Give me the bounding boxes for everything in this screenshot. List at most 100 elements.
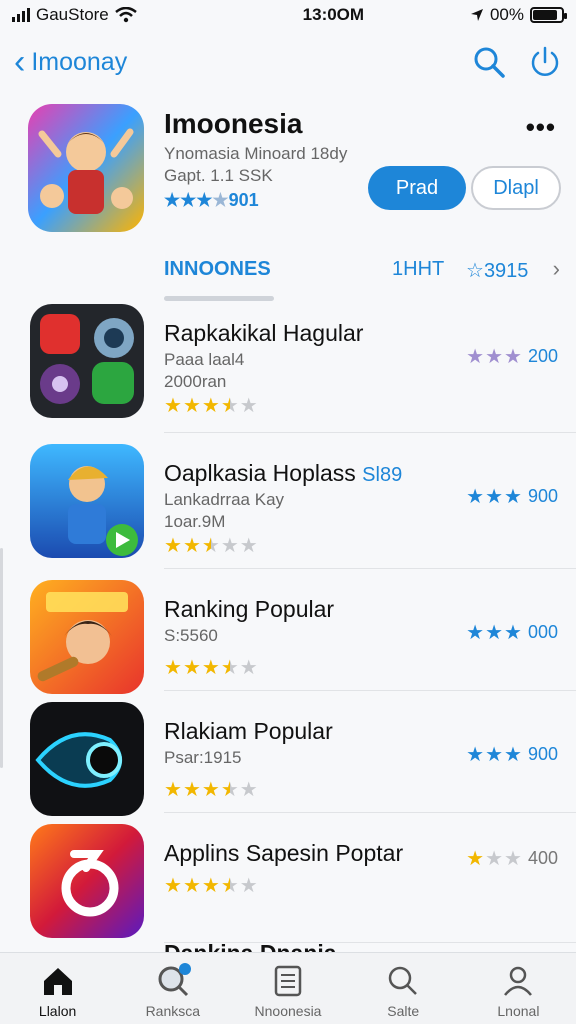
- app-star-rating: ★ ★ ★ ★ ★: [164, 876, 258, 896]
- section-right[interactable]: ☆3915: [466, 258, 528, 283]
- star-icon: ★: [182, 657, 201, 679]
- tab-label: Nnoonesia: [254, 1003, 322, 1019]
- star-half-icon: ★: [220, 657, 239, 679]
- secondary-button[interactable]: Dlapl: [471, 166, 561, 210]
- list-item[interactable]: Ranking Popular S:5560 ★ ★ ★ ★ ★ ★ ★ ★ 000: [0, 580, 576, 710]
- star-icon: ★: [239, 657, 258, 679]
- search-icon[interactable]: [472, 45, 506, 79]
- star-icon: ★: [164, 875, 182, 897]
- star-icon: ★: [466, 346, 485, 368]
- app-icon[interactable]: [30, 702, 144, 816]
- star-half-icon: ★: [220, 875, 239, 897]
- scrollbar[interactable]: [0, 548, 3, 768]
- tab-label: Salte: [387, 1003, 420, 1019]
- more-options-icon[interactable]: •••: [526, 112, 556, 143]
- tab-bar: Llalon Ranksca Nnoonesia Salte Lnonal: [0, 952, 576, 1024]
- divider: [164, 432, 576, 433]
- location-icon: [470, 9, 483, 21]
- tab-ranking[interactable]: Ranksca: [115, 953, 230, 1024]
- star-icon: ★: [485, 744, 504, 766]
- app-icon[interactable]: [30, 444, 144, 558]
- search-icon: [388, 966, 418, 995]
- chevron-left-icon: ‹: [14, 43, 26, 81]
- signal-icon: [12, 8, 30, 22]
- divider: [164, 568, 576, 569]
- status-right: 00%: [470, 5, 567, 25]
- featured-rating-text: 901: [228, 190, 259, 210]
- star-icon: ★: [201, 395, 220, 417]
- app-meta-2: 2000ran: [164, 372, 227, 391]
- status-left: GauStore: [12, 5, 137, 25]
- star-icon: ★: [201, 875, 220, 897]
- tab-label: Llalon: [38, 1003, 77, 1019]
- back-button[interactable]: ‹ Imoonay: [14, 45, 127, 79]
- app-name: Oaplkasia Hoplass Sl89: [164, 460, 403, 486]
- wifi-icon: [114, 7, 137, 23]
- power-icon[interactable]: [528, 45, 562, 79]
- star-icon: ★: [239, 875, 258, 897]
- section-mid[interactable]: 1HHT: [392, 258, 444, 281]
- tab-label: Lnonal: [497, 1003, 540, 1019]
- clock: 13:0OM: [302, 5, 365, 24]
- list-item[interactable]: Applins Sapesin Poptar ★ ★ ★ ★ ★ ★ ★ ★ 400: [0, 824, 576, 954]
- star-icon: ★: [466, 848, 485, 870]
- app-meta-2: 1oar.9M: [164, 512, 226, 531]
- featured-app-icon[interactable]: [28, 104, 144, 232]
- star-icon: ★: [504, 486, 522, 508]
- app-star-rating: ★ ★ ★ ★ ★: [164, 780, 258, 800]
- carrier-label: GauStore: [36, 5, 109, 24]
- home-icon: [43, 968, 72, 995]
- star-icon: ★: [212, 190, 229, 210]
- section-underline: [164, 296, 274, 301]
- tab-label: Ranksca: [145, 1003, 201, 1019]
- list-item[interactable]: Rapkakikal Hagular Paaa laal4 2000ran ★ ★…: [0, 304, 576, 434]
- chevron-right-icon[interactable]: ›: [553, 256, 560, 282]
- star-icon: ★: [182, 535, 201, 557]
- divider: [164, 690, 576, 691]
- rank-rating: ★ ★ ★ 900: [466, 484, 558, 509]
- app-name: Applins Sapesin Poptar: [164, 840, 404, 866]
- app-star-rating: ★ ★ ★ ★ ★: [164, 536, 258, 556]
- list-icon: [274, 965, 302, 997]
- featured-subtitle: Ynomasia Minoard 18dy: [164, 144, 348, 163]
- rank-rating: ★ ★ ★ 900: [466, 742, 558, 767]
- rank-rating: ★ ★ ★ 400: [466, 846, 558, 871]
- star-icon: ★: [182, 395, 201, 417]
- list-item[interactable]: Oaplkasia Hoplass Sl89 Lankadrraa Kay 1o…: [0, 444, 576, 574]
- star-icon: ★: [164, 779, 182, 801]
- tab-home[interactable]: Llalon: [0, 953, 115, 1024]
- featured-app: Imoonesia ••• Ynomasia Minoard 18dy Gapt…: [28, 104, 568, 234]
- star-icon: ★: [239, 535, 258, 557]
- star-icon: ★: [504, 848, 522, 870]
- app-name: Rapkakikal Hagular: [164, 320, 364, 346]
- star-icon: ★: [164, 535, 182, 557]
- tab-indonesia[interactable]: Nnoonesia: [230, 953, 345, 1024]
- app-icon[interactable]: [30, 580, 144, 694]
- star-icon: ★: [466, 744, 485, 766]
- list-item[interactable]: Rlakiam Popular Psar:1915 ★ ★ ★ ★ ★ ★ ★ ★ 900: [0, 702, 576, 832]
- star-icon: ★: [504, 744, 522, 766]
- star-outline-icon: ☆: [466, 260, 484, 282]
- primary-button[interactable]: Prad: [368, 166, 466, 210]
- featured-subtitle-2: Gapt. 1.1 SSK: [164, 166, 273, 185]
- star-icon: ★: [239, 395, 258, 417]
- battery-icon: [530, 7, 567, 23]
- back-label: Imoonay: [31, 47, 128, 76]
- star-icon: ★: [164, 395, 182, 417]
- star-icon: ★: [180, 190, 197, 210]
- tab-search[interactable]: Salte: [346, 953, 461, 1024]
- star-icon: ★: [466, 486, 485, 508]
- star-icon: ★: [466, 622, 485, 644]
- star-icon: ★: [485, 848, 504, 870]
- app-meta: Paaa laal4: [164, 350, 245, 369]
- rank-rating: ★ ★ ★ 000: [466, 620, 558, 645]
- star-icon: ★: [201, 779, 220, 801]
- tab-profile[interactable]: Lnonal: [461, 953, 576, 1024]
- featured-rating: ★★★★ 901: [164, 190, 259, 211]
- app-meta: Psar:1915: [164, 748, 242, 767]
- star-icon: ★: [239, 779, 258, 801]
- app-icon[interactable]: [30, 304, 144, 418]
- app-name: Rlakiam Popular: [164, 718, 333, 744]
- app-icon[interactable]: [30, 824, 144, 938]
- section-title[interactable]: INNOONES: [164, 258, 271, 281]
